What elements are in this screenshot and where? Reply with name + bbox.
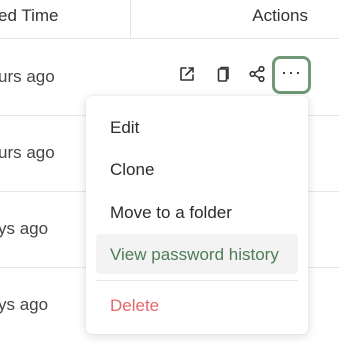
table-header: ed Time Actions (0, 0, 339, 39)
column-header-actions: Actions (252, 6, 308, 25)
more-actions-button[interactable]: ··· (272, 56, 311, 94)
more-icon: ··· (281, 61, 302, 82)
column-divider (130, 0, 131, 38)
column-header-modified-time[interactable]: ed Time (0, 6, 58, 26)
modified-time-cell: urs ago (0, 143, 55, 162)
modified-time-cell: ys ago (0, 295, 49, 314)
menu-divider (96, 280, 298, 281)
menu-item-move-to-folder[interactable]: Move to a folder (110, 203, 232, 223)
copy-icon[interactable] (212, 64, 232, 84)
share-icon[interactable] (247, 64, 267, 84)
modified-time-cell: urs ago (0, 67, 55, 86)
menu-item-clone[interactable]: Clone (110, 160, 154, 180)
menu-item-edit[interactable]: Edit (110, 118, 139, 138)
menu-item-delete[interactable]: Delete (110, 296, 159, 316)
modified-time-cell: ys ago (0, 219, 49, 238)
open-external-icon[interactable] (177, 64, 197, 84)
actions-dropdown-menu: Edit Clone Move to a folder View passwor… (86, 96, 308, 334)
menu-item-view-password-history[interactable]: View password history (110, 245, 279, 265)
